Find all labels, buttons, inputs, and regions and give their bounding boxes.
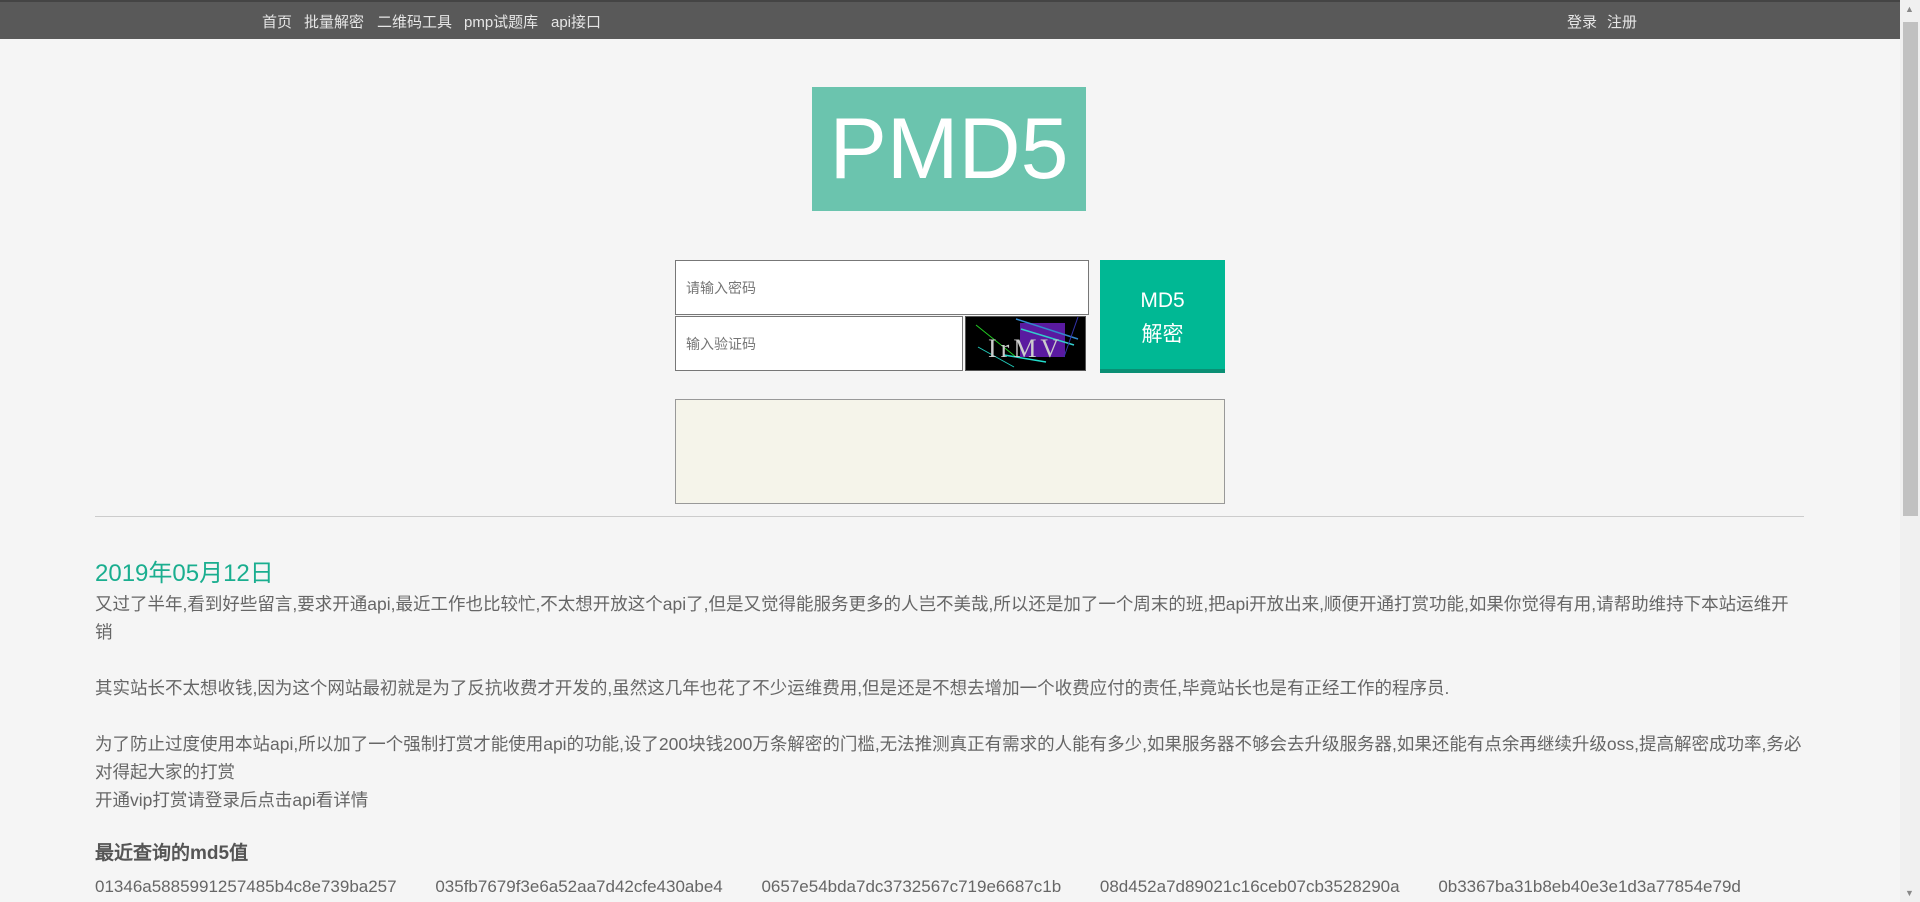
scroll-down-icon[interactable]: ▼ — [1905, 888, 1914, 898]
result-box — [675, 399, 1225, 504]
md5-link[interactable]: 0657e54bda7dc3732567c719e6687c1b — [761, 877, 1061, 896]
logo: PMD5 — [812, 87, 1086, 211]
recent-md5-heading: 最近查询的md5值 — [95, 843, 249, 864]
captcha-image[interactable]: IrMV — [965, 316, 1086, 371]
notice-date: 2019年05月12日 — [95, 560, 274, 587]
md5-link[interactable]: 08d452a7d89021c16ceb07cb3528290a — [1100, 877, 1400, 896]
scrollbar[interactable]: ▲ ▼ — [1900, 0, 1920, 902]
submit-label-2: 解密 — [1141, 323, 1184, 346]
recent-md5-list: 01346a5885991257485b4c8e739ba257 035fb76… — [95, 877, 1804, 897]
md5-link[interactable]: 035fb7679f3e6a52aa7d42cfe430abe4 — [435, 877, 722, 896]
notice-paragraph: 开通vip打赏请登录后点击api看详情 — [95, 790, 369, 810]
md5-decrypt-button[interactable]: MD5 解密 — [1100, 260, 1225, 373]
nav-login[interactable]: 登录 — [1567, 11, 1597, 32]
notice-section: 2019年05月12日 又过了半年,看到好些留言,要求开通api,最近工作也比较… — [95, 558, 1804, 897]
scroll-up-icon[interactable]: ▲ — [1905, 4, 1914, 14]
captcha-text: IrMV — [988, 334, 1063, 363]
nav-qrcode-tool[interactable]: 二维码工具 — [377, 11, 452, 32]
md5-link[interactable]: 0b3367ba31b8eb40e3e1d3a77854e79d — [1438, 877, 1741, 896]
nav-home[interactable]: 首页 — [262, 11, 292, 32]
nav-batch-decrypt[interactable]: 批量解密 — [304, 11, 364, 32]
nav-api[interactable]: api接口 — [551, 11, 601, 32]
nav-pmp-questions[interactable]: pmp试题库 — [464, 11, 538, 32]
md5-link[interactable]: 01346a5885991257485b4c8e739ba257 — [95, 877, 397, 896]
password-input[interactable] — [675, 260, 1089, 315]
top-nav: 首页 批量解密 二维码工具 pmp试题库 api接口 登录 注册 — [0, 0, 1900, 39]
notice-paragraph: 为了防止过度使用本站api,所以加了一个强制打赏才能使用api的功能,设了200… — [95, 734, 1802, 782]
scrollbar-thumb[interactable] — [1903, 22, 1918, 516]
divider — [95, 516, 1804, 517]
nav-register[interactable]: 注册 — [1607, 11, 1637, 32]
notice-paragraph: 又过了半年,看到好些留言,要求开通api,最近工作也比较忙,不太想开放这个api… — [95, 594, 1789, 642]
submit-label-1: MD5 — [1140, 289, 1185, 312]
notice-paragraph: 其实站长不太想收钱,因为这个网站最初就是为了反抗收费才开发的,虽然这几年也花了不… — [95, 678, 1450, 698]
captcha-input[interactable] — [675, 316, 963, 371]
